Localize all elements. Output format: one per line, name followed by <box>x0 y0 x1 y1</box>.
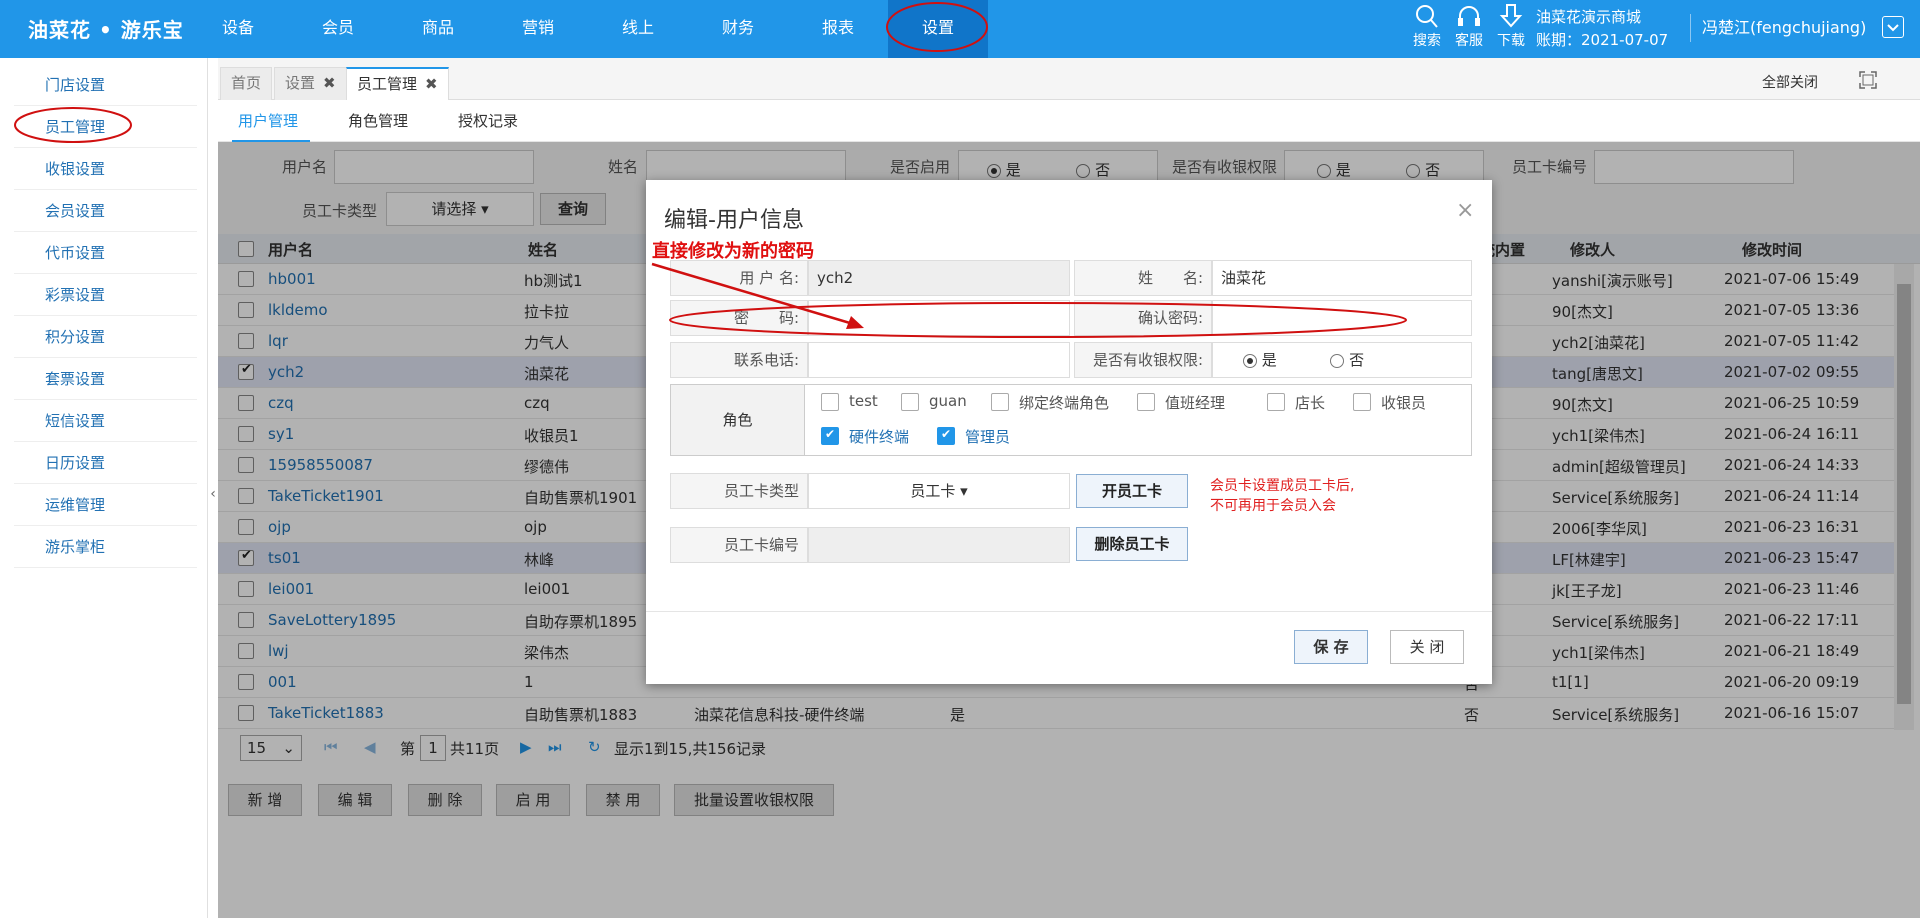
annotation-circle-settings-nav <box>886 2 988 52</box>
annotation-overlay <box>14 2 1407 338</box>
app-root: 油菜花 • 游乐宝 设备 会员 商品 营销 线上 财务 报表 设置 搜索 客服 … <box>0 0 1920 918</box>
annotation-arrow <box>651 262 861 328</box>
annotation-arrowhead <box>846 316 864 329</box>
annotation-circle-staff-menu <box>14 107 132 143</box>
annotation-circle-password-row <box>669 302 1407 338</box>
